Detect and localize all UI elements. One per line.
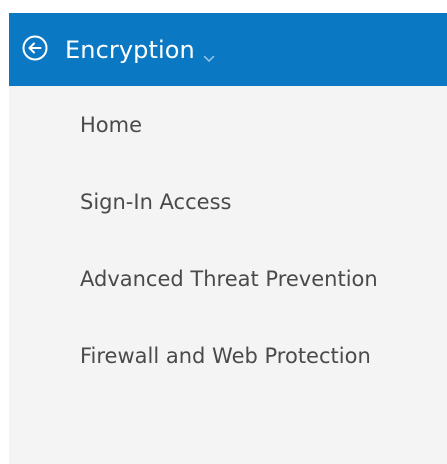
nav-item-firewall-web-protection[interactable]: Firewall and Web Protection xyxy=(9,317,447,394)
back-arrow-circle-icon[interactable] xyxy=(22,35,48,61)
nav-item-home[interactable]: Home xyxy=(9,86,447,163)
nav-item-label: Home xyxy=(80,112,143,137)
nav-item-label: Firewall and Web Protection xyxy=(80,343,371,368)
nav-list: Home Sign-In Access Advanced Threat Prev… xyxy=(9,86,447,394)
header-bar: Encryption xyxy=(9,13,447,86)
section-title-dropdown[interactable]: Encryption xyxy=(65,13,215,86)
nav-item-sign-in-access[interactable]: Sign-In Access xyxy=(9,163,447,240)
nav-item-label: Sign-In Access xyxy=(80,189,232,214)
nav-item-advanced-threat-prevention[interactable]: Advanced Threat Prevention xyxy=(9,240,447,317)
nav-item-label: Advanced Threat Prevention xyxy=(80,266,378,291)
navigation-panel: Encryption Home Sign-In Access Advanced … xyxy=(9,13,447,464)
chevron-down-icon xyxy=(203,48,215,62)
section-title: Encryption xyxy=(65,35,195,64)
